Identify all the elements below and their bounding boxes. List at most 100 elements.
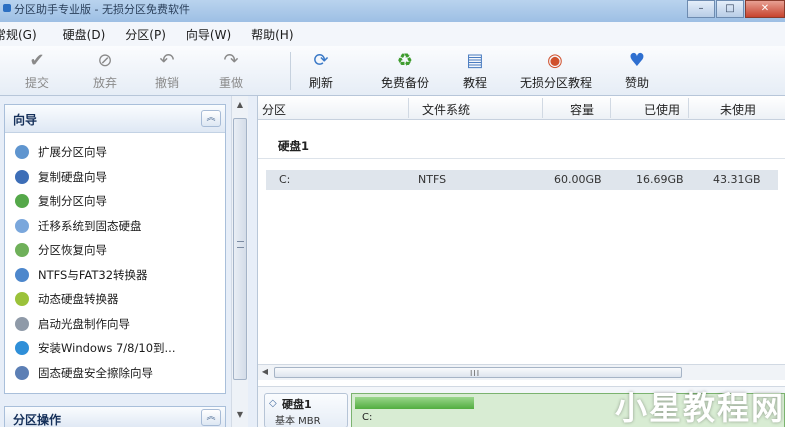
wizard-group-title: 向导 xyxy=(13,113,38,127)
horizontal-scrollbar[interactable]: ◀ III xyxy=(258,364,785,380)
wizard-item-label: NTFS与FAT32转换器 xyxy=(38,267,148,282)
partition-ops-group: 分区操作 ︽ xyxy=(4,406,226,427)
checkmark-icon: ✔ xyxy=(29,50,45,71)
redo-button[interactable]: ↷ 重做 xyxy=(196,50,266,91)
redo-icon: ↷ xyxy=(223,50,239,71)
tutorial-icon: ▤ xyxy=(466,50,484,71)
wizard-item-copy-disk[interactable]: 复制硬盘向导 xyxy=(5,165,225,190)
column-divider xyxy=(610,98,611,118)
scroll-left-arrow[interactable]: ◀ xyxy=(258,365,272,379)
scroll-down-arrow[interactable]: ▼ xyxy=(232,408,248,422)
commit-label: 提交 xyxy=(24,76,49,90)
lossless-tutorial-button[interactable]: ◉ 无损分区教程 xyxy=(520,50,593,91)
partition-usage-fill xyxy=(355,397,474,409)
left-panel: 向导 ︽ 扩展分区向导 复制硬盘向导 复制分区向导 迁移系统到固态硬盘 分区恢复… xyxy=(0,96,258,427)
wizard-item-ssd-erase[interactable]: 固态硬盘安全擦除向导 xyxy=(5,361,225,386)
disk-card-name: 硬盘1 xyxy=(282,398,312,411)
extend-partition-icon xyxy=(15,145,29,160)
wizard-group-header[interactable]: 向导 ︽ xyxy=(5,105,225,133)
disk-card-type: 基本 MBR xyxy=(275,416,321,427)
copy-partition-icon xyxy=(15,194,29,209)
backup-button[interactable]: ♻ 免费备份 xyxy=(370,50,440,91)
backup-icon: ♻ xyxy=(396,50,414,71)
wizard-item-label: 动态硬盘转换器 xyxy=(38,292,119,307)
refresh-label: 刷新 xyxy=(308,76,333,90)
collapse-wizard-button[interactable]: ︽ xyxy=(201,110,221,127)
wizard-item-boot-disc[interactable]: 启动光盘制作向导 xyxy=(5,312,225,337)
close-button[interactable]: ✕ xyxy=(745,0,785,18)
window-title: 分区助手专业版 - 无损分区免费软件 xyxy=(14,3,190,16)
dynamic-disk-icon xyxy=(15,292,29,307)
migrate-ssd-icon xyxy=(15,218,29,233)
title-bar: 分区助手专业版 - 无损分区免费软件 – □ ✕ xyxy=(0,0,785,22)
lossless-icon: ◉ xyxy=(547,50,563,71)
column-free[interactable]: 未使用 xyxy=(720,101,756,118)
scroll-thumb[interactable] xyxy=(233,118,247,380)
scroll-up-arrow[interactable]: ▲ xyxy=(232,98,248,112)
partition-ops-title: 分区操作 xyxy=(13,413,62,427)
backup-label: 免费备份 xyxy=(380,76,429,90)
maximize-button[interactable]: □ xyxy=(716,0,744,18)
undo-button[interactable]: ↶ 撤销 xyxy=(132,50,202,91)
menu-wizard[interactable]: 向导(W) xyxy=(186,26,231,43)
wizard-group: 向导 ︽ 扩展分区向导 复制硬盘向导 复制分区向导 迁移系统到固态硬盘 分区恢复… xyxy=(4,104,226,394)
column-partition[interactable]: 分区 xyxy=(262,101,286,118)
wizard-item-dynamic-disk[interactable]: 动态硬盘转换器 xyxy=(5,287,225,312)
menu-disk[interactable]: 硬盘(D) xyxy=(63,26,106,43)
wizard-list: 扩展分区向导 复制硬盘向导 复制分区向导 迁移系统到固态硬盘 分区恢复向导 NT… xyxy=(5,133,225,385)
tutorial-button[interactable]: ▤ 教程 xyxy=(440,50,510,91)
boot-disc-icon xyxy=(15,316,29,331)
wizard-item-label: 安装Windows 7/8/10到... xyxy=(38,341,176,356)
windows-icon xyxy=(15,341,29,356)
partition-ops-header[interactable]: 分区操作 ︽ xyxy=(5,407,225,427)
maximize-icon: □ xyxy=(725,3,735,14)
discard-button[interactable]: ⊘ 放弃 xyxy=(70,50,140,91)
minimize-button[interactable]: – xyxy=(687,0,715,18)
table-header: 分区 文件系统 容量 已使用 未使用 xyxy=(258,96,785,120)
partition-recovery-icon xyxy=(15,243,29,258)
refresh-button[interactable]: ⟳ 刷新 xyxy=(286,50,356,91)
wizard-item-extend-partition[interactable]: 扩展分区向导 xyxy=(5,140,225,165)
column-capacity[interactable]: 容量 xyxy=(570,101,594,118)
wizard-item-label: 分区恢复向导 xyxy=(38,243,107,258)
toolbar: ✔ 提交 ⊘ 放弃 ↶ 撤销 ↷ 重做 ⟳ 刷新 ♻ 免费备份 ▤ 教程 ◉ 无… xyxy=(0,46,785,96)
wizard-item-install-windows[interactable]: 安装Windows 7/8/10到... xyxy=(5,336,225,361)
collapse-partition-ops-button[interactable]: ︽ xyxy=(201,409,221,426)
column-divider xyxy=(408,98,409,118)
horizontal-scroll-thumb[interactable]: III xyxy=(274,367,682,378)
cell-filesystem: NTFS xyxy=(418,173,447,186)
wizard-item-migrate-ssd[interactable]: 迁移系统到固态硬盘 xyxy=(5,214,225,239)
commit-button[interactable]: ✔ 提交 xyxy=(2,50,72,91)
wizard-item-copy-partition[interactable]: 复制分区向导 xyxy=(5,189,225,214)
ntfs-fat32-icon xyxy=(15,267,29,282)
disk-card[interactable]: ◇ 硬盘1 基本 MBR xyxy=(264,393,348,427)
column-divider xyxy=(542,98,543,118)
close-icon: ✕ xyxy=(760,3,770,14)
copy-disk-icon xyxy=(15,169,29,184)
column-filesystem[interactable]: 文件系统 xyxy=(422,101,470,118)
wizard-item-partition-recovery[interactable]: 分区恢复向导 xyxy=(5,238,225,263)
donate-button[interactable]: ♥ 赞助 xyxy=(602,50,672,91)
left-scrollbar[interactable]: ▲ ▼ xyxy=(231,96,248,427)
undo-icon: ↶ xyxy=(159,50,175,71)
menu-general[interactable]: 常规(G) xyxy=(0,26,37,43)
minimize-icon: – xyxy=(698,3,704,14)
column-used[interactable]: 已使用 xyxy=(644,101,680,118)
divider xyxy=(258,158,785,159)
redo-label: 重做 xyxy=(218,76,243,90)
disk-heading: 硬盘1 xyxy=(278,139,310,153)
cell-used: 16.69GB xyxy=(636,173,684,186)
menu-partition[interactable]: 分区(P) xyxy=(125,26,166,43)
app-icon xyxy=(3,4,11,12)
wizard-item-label: 启动光盘制作向导 xyxy=(38,316,130,331)
partition-table-area: 分区 文件系统 容量 已使用 未使用 硬盘1 C: NTFS 60.00GB 1… xyxy=(258,96,785,427)
wizard-item-label: 复制分区向导 xyxy=(38,194,107,209)
lossless-label: 无损分区教程 xyxy=(520,76,593,90)
wizard-item-label: 复制硬盘向导 xyxy=(38,169,107,184)
wizard-item-ntfs-fat32[interactable]: NTFS与FAT32转换器 xyxy=(5,263,225,288)
table-row[interactable]: C: NTFS 60.00GB 16.69GB 43.31GB xyxy=(266,170,778,190)
cell-partition: C: xyxy=(279,173,291,186)
cell-capacity: 60.00GB xyxy=(554,173,602,186)
donate-label: 赞助 xyxy=(624,76,649,90)
menu-help[interactable]: 帮助(H) xyxy=(251,26,293,43)
